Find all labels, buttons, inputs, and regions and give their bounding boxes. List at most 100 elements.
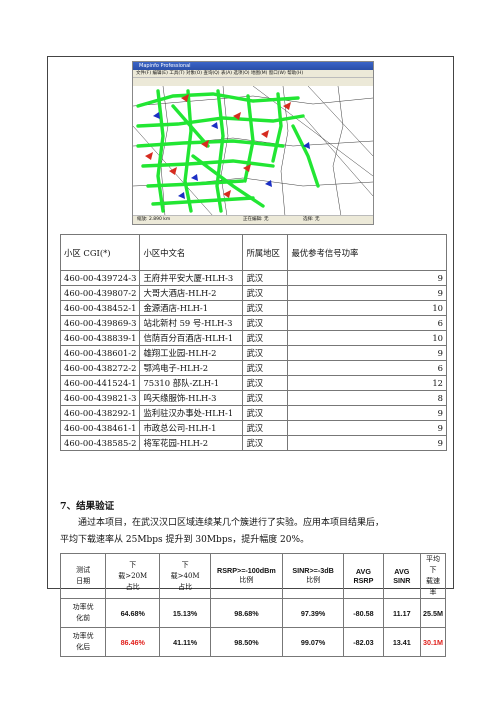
status-edit: 正在编辑: 无 [243,217,269,222]
map-statusbar: 缩放: 2.890 km 正在编辑: 无 选择: 无 [133,215,373,224]
sinr-ratio: 97.39% [281,598,345,628]
table-row: 460-00-438461-1 市政总公司-HLH-1 武汉 9 [59,420,447,436]
avg-sinr: 13.41 [382,627,422,657]
header-avg-dl-rate: 平均下 载速率 [420,553,446,599]
header-avg-rsrp: AVG RSRP [343,553,384,599]
cell-name: 大哥大酒店-HLH-2 [139,285,244,301]
cell-name: 信荫百分百酒店-HLH-1 [139,330,244,346]
summary-row-label: 功率优 化前 [59,598,107,628]
table-row: 460-00-439869-3 站北新村 59 号-HLH-3 武汉 6 [59,315,447,331]
sinr-ratio: 99.07% [281,627,345,657]
cell-power: 6 [287,315,447,331]
rsrp-ratio: 98.50% [209,627,283,657]
map-window-titlebar: Mapinfo Professional [133,62,373,70]
cell-power: 9 [287,345,447,361]
dl-20m-ratio: 86.46% [105,627,161,657]
cell-power: 9 [287,270,447,286]
map-screenshot: Mapinfo Professional 文件(F) 编辑(E) 工具(T) 对… [132,61,374,225]
col-header-power: 最优参考信号功率 [287,234,447,271]
col-header-cgi: 小区 CGI(*) [59,234,141,271]
cell-region: 武汉 [242,285,289,301]
cell-power: 10 [287,330,447,346]
cell-cgi: 460-00-439807-2 [59,285,141,301]
dl-40m-ratio: 41.11% [159,627,211,657]
header-dl-20m: 下 载>20M 占比 [105,553,161,599]
cell-power: 9 [287,420,447,436]
cell-name: 王府井平安大厦-HLH-3 [139,270,244,286]
cell-region: 武汉 [242,375,289,391]
cell-name: 75310 部队-ZLH-1 [139,375,244,391]
cell-region: 武汉 [242,420,289,436]
summary-row: 功率优 化前 64.68% 15.13% 98.68% 97.39% -80.58 11.17… [59,598,446,628]
cell-power: 9 [287,405,447,421]
col-header-region: 所属地区 [242,234,289,271]
section-title: 7、结果验证 [60,501,115,512]
cell-power: 10 [287,300,447,316]
cell-region: 武汉 [242,360,289,376]
header-sinr-ratio: SINR>=-3dB 比例 [281,553,345,599]
cell-cgi: 460-00-438452-1 [59,300,141,316]
avg-dl-rate: 25.5M [420,598,446,628]
cell-cgi: 460-00-439869-3 [59,315,141,331]
cell-cgi: 460-00-438839-1 [59,330,141,346]
cell-cgi: 460-00-438272-2 [59,360,141,376]
header-dl-40m: 下 载>40M 占比 [159,553,211,599]
map-window-menubar: 文件(F) 编辑(E) 工具(T) 对象(O) 查询(Q) 表(A) 选项(O)… [133,70,373,78]
status-select: 选择: 无 [303,217,320,222]
coverage-map [132,85,374,217]
cell-region: 武汉 [242,405,289,421]
cell-region: 武汉 [242,300,289,316]
cell-cgi: 460-00-438585-2 [59,435,141,451]
table-row: 460-00-439821-3 鸣天缘服饰-HLH-3 武汉 8 [59,390,447,406]
cell-name: 监利驻汉办事处-HLH-1 [139,405,244,421]
cell-region: 武汉 [242,435,289,451]
avg-dl-rate: 30.1M [420,627,446,657]
summary-row-label: 功率优 化后 [59,627,107,657]
table-row: 460-00-438585-2 将军花园-HLH-2 武汉 9 [59,435,447,451]
cell-name: 市政总公司-HLH-1 [139,420,244,436]
cell-cgi: 460-00-438461-1 [59,420,141,436]
map-window-title: Mapinfo Professional [139,63,191,69]
cell-power: 9 [287,285,447,301]
table-row: 460-00-438292-1 监利驻汉办事处-HLH-1 武汉 9 [59,405,447,421]
table-row: 460-00-438839-1 信荫百分百酒店-HLH-1 武汉 10 [59,330,447,346]
cell-cgi: 460-00-438601-2 [59,345,141,361]
cell-cgi: 460-00-439724-3 [59,270,141,286]
table-row: 460-00-441524-1 75310 部队-ZLH-1 武汉 12 [59,375,447,391]
dl-40m-ratio: 15.13% [159,598,211,628]
cell-power: 6 [287,360,447,376]
coverage-map-canvas [132,85,374,217]
rsrp-ratio: 98.68% [209,598,283,628]
cell-power: 9 [287,435,447,451]
cell-cgi: 460-00-439821-3 [59,390,141,406]
cell-region: 武汉 [242,345,289,361]
cell-name: 将军花园-HLH-2 [139,435,244,451]
summary-header-row: 测试 日期 下 载>20M 占比 下 载>40M 占比 RSRP>=-100dB… [59,553,446,599]
dl-20m-ratio: 64.68% [105,598,161,628]
section-paragraph-line-2: 平均下载速率从 25Mbps 提升到 30Mbps，提升幅度 20%。 [60,535,310,545]
table-row: 460-00-438452-1 金源酒店-HLH-1 武汉 10 [59,300,447,316]
cell-name: 雄翔工业园-HLH-2 [139,345,244,361]
section-paragraph-line-1: 通过本项目，在武汉汉口区域连续某几个簇进行了实验。应用本项目结果后， [60,518,385,528]
cell-signal-table: 小区 CGI(*) 小区中文名 所属地区 最优参考信号功率 460-00-439… [59,234,447,451]
cell-power: 12 [287,375,447,391]
table-row: 460-00-438272-2 鄂鸿电子-HLH-2 武汉 6 [59,360,447,376]
avg-sinr: 11.17 [382,598,422,628]
document-frame: Mapinfo Professional 文件(F) 编辑(E) 工具(T) 对… [47,56,454,657]
cell-name: 鸣天缘服饰-HLH-3 [139,390,244,406]
cell-cgi: 460-00-438292-1 [59,405,141,421]
cell-region: 武汉 [242,330,289,346]
cell-name: 鄂鸿电子-HLH-2 [139,360,244,376]
avg-rsrp: -82.03 [343,627,384,657]
avg-rsrp: -80.58 [343,598,384,628]
summary-row: 功率优 化后 86.46% 41.11% 98.50% 99.07% -82.03 13.41… [59,627,446,657]
cell-region: 武汉 [242,390,289,406]
cell-name: 站北新村 59 号-HLH-3 [139,315,244,331]
header-avg-sinr: AVG SINR [382,553,422,599]
cell-cgi: 460-00-441524-1 [59,375,141,391]
cell-region: 武汉 [242,315,289,331]
status-zoom: 缩放: 2.890 km [137,217,171,222]
cell-table-header-row: 小区 CGI(*) 小区中文名 所属地区 最优参考信号功率 [59,234,447,271]
col-header-name: 小区中文名 [139,234,244,271]
optimization-summary-table: 测试 日期 下 载>20M 占比 下 载>40M 占比 RSRP>=-100dB… [59,553,446,657]
